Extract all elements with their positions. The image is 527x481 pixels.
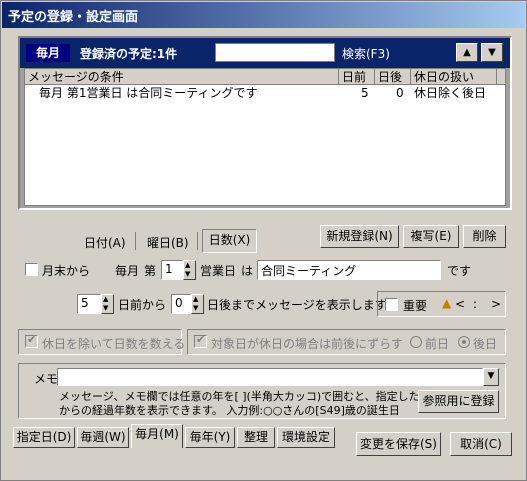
check-icon: ✔ [27,333,37,346]
spin-up-icon: ▲ [185,261,191,269]
panel-header: 毎月 登録済の予定:1件 検索(F3) ▲ ▼ [20,38,510,68]
search-label: 検索(F3) [342,47,390,61]
column-condition[interactable]: メッセージの条件 [25,69,339,85]
up-arrow-icon: ▲ [463,47,471,58]
after-radio[interactable] [458,336,470,348]
new-register-button[interactable]: 新規登録(N) [320,225,399,248]
check-icon: ✔ [196,333,206,346]
tab-monthly[interactable]: 毎月(M) [131,424,183,448]
before-radio[interactable] [410,336,422,348]
scroll-up-button[interactable]: ▲ [456,43,478,62]
shift-holiday-label: 対象日が休日の場合は前後にずらす [211,337,403,351]
message-input[interactable]: 合同ミーティング [257,260,441,280]
row-condition: 毎月 第1営業日 は合同ミーティングです [39,86,258,100]
exclude-holidays-label: 休日を除いて日数を数える [42,337,186,351]
business-day-label: 営業日 [200,264,237,278]
tab-specified-date[interactable]: 指定日(D) [13,427,75,448]
list-header: メッセージの条件 日前 日後 休日の扱い [25,69,505,85]
days-before-input[interactable]: 5 [77,294,101,314]
days-after-input[interactable]: 0 [171,294,191,314]
nth-spinner[interactable]: ▲ ▼ [183,260,196,280]
every-month-label: 毎月 [115,264,140,278]
important-label: 重要 [403,299,428,313]
chevron-down-icon: ▼ [487,371,495,381]
tab-divider [135,232,136,250]
days-before-label: 日前から [118,298,167,312]
nth-label: 第 [144,264,157,278]
delete-label: 削除 [472,229,497,243]
spin-up-icon: ▲ [193,295,199,303]
tab-date[interactable]: 日付(A) [84,234,126,251]
nth-input[interactable]: 1 [161,260,183,280]
delete-button[interactable]: 削除 [463,225,506,248]
after-radio-label: 後日 [473,337,498,351]
schedule-list-panel: 毎月 登録済の予定:1件 検索(F3) ▲ ▼ メッセージの条件 日前 日後 休… [18,36,512,210]
importance-separator: : [473,297,478,311]
memo-dropdown-button[interactable]: ▼ [483,368,499,386]
column-holiday[interactable]: 休日の扱い [411,69,497,85]
down-arrow-icon: ▼ [488,47,496,58]
row-after: 0 [396,86,404,100]
importance-next-button[interactable]: > [491,297,501,311]
important-checkbox[interactable] [385,298,398,311]
window-title: 予定の登録・設定画面 [8,10,139,25]
before-radio-label: 前日 [425,337,450,351]
schedule-list[interactable]: メッセージの条件 日前 日後 休日の扱い 毎月 第1営業日 は合同ミーティングで… [24,68,506,206]
tab-yearly[interactable]: 毎年(Y) [185,427,235,448]
register-reference-button[interactable]: 参照用に登録 [418,390,499,413]
spin-up-icon: ▲ [103,295,109,303]
new-register-label: 新規登録(N) [326,229,393,243]
memo-label: メモ [34,372,59,386]
memo-input[interactable] [57,368,483,386]
title-bar: 予定の登録・設定画面 [2,2,525,28]
scroll-down-button[interactable]: ▼ [481,43,503,62]
desu-label: です [447,264,472,278]
tab-divider [197,232,198,250]
days-after-spinner[interactable]: ▲ ▼ [191,294,204,314]
period-label: 毎月 [26,44,70,62]
month-end-label: 月末から [42,264,91,278]
importance-prev-button[interactable]: < [455,297,465,311]
row-holiday: 休日除く後日 [414,86,487,100]
table-row[interactable]: 毎月 第1営業日 は合同ミーティングです 5 0 休日除く後日 [25,85,505,101]
days-after-label: 日後までメッセージを表示します [207,298,387,312]
bell-icon: ▲ [442,296,452,310]
row-before: 5 [361,86,369,100]
tab-weekly[interactable]: 毎週(W) [77,427,129,448]
spin-down-icon: ▼ [185,270,191,278]
spin-down-icon: ▼ [103,304,109,312]
spin-down-icon: ▼ [193,304,199,312]
cancel-button[interactable]: 取消(C) [450,432,512,456]
search-input[interactable] [215,43,335,62]
copy-button[interactable]: 複写(E) [403,225,459,248]
month-end-checkbox[interactable] [25,263,38,276]
wa-label: は [241,264,254,278]
save-button[interactable]: 変更を保存(S) [356,432,441,456]
memo-help-line2: からの経過年数を表示できます。 入力例:○○さんの[S49]歳の誕生日 [59,404,400,417]
save-label: 変更を保存(S) [360,437,437,451]
cancel-label: 取消(C) [460,437,502,451]
tab-weekday[interactable]: 曜日(B) [147,234,189,251]
tab-settings[interactable]: 環境設定 [277,427,335,448]
registered-count: 登録済の予定:1件 [80,47,178,61]
dialog-window: 予定の登録・設定画面 毎月 登録済の予定:1件 検索(F3) ▲ ▼ メッセージ… [0,0,527,481]
tab-days[interactable]: 日数(X) [202,229,257,253]
column-before[interactable]: 日前 [339,69,375,85]
register-reference-label: 参照用に登録 [422,394,495,408]
tab-days-label: 日数(X) [208,233,251,247]
copy-label: 複写(E) [410,229,452,243]
days-before-spinner[interactable]: ▲ ▼ [101,294,114,314]
column-after[interactable]: 日後 [375,69,411,85]
shift-holiday-checkbox[interactable]: ✔ [194,333,207,348]
tab-organize[interactable]: 整理 [237,427,275,448]
exclude-holidays-checkbox[interactable]: ✔ [25,333,38,348]
